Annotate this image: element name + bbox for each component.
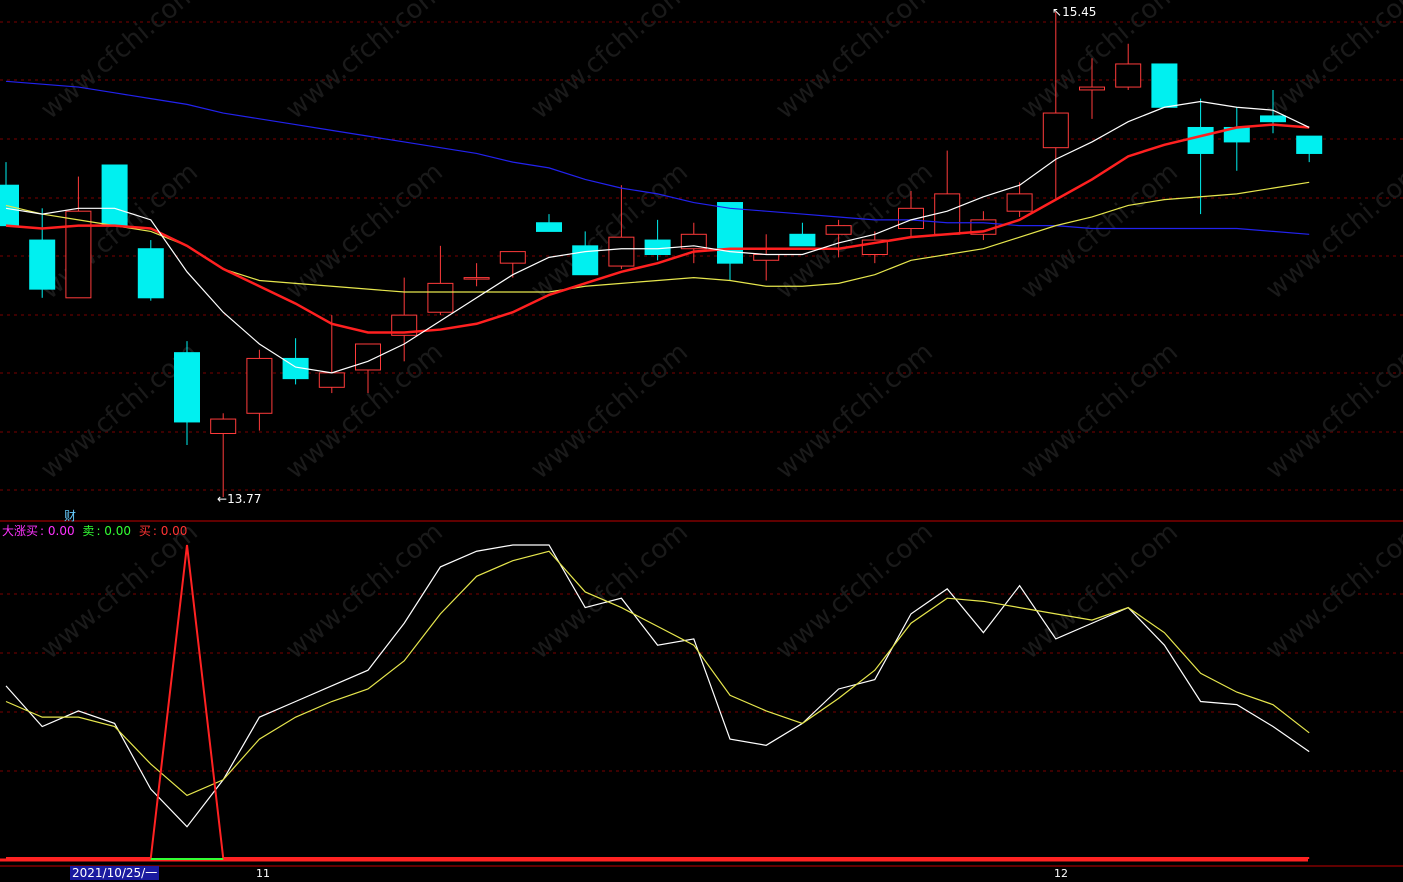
candle-body [1006,193,1033,212]
candle-body [210,418,237,434]
watermark-text: www.cfchi.com [280,517,449,665]
candle-body [717,202,743,264]
candle-body [644,239,671,255]
low-price-label: ←13.77 [217,492,262,506]
watermark-text: www.cfchi.com [1260,0,1403,125]
watermark-text: www.cfchi.com [1015,337,1184,485]
watermark-text: www.cfchi.com [525,0,694,125]
watermark-text: www.cfchi.com [525,337,694,485]
candle-body [137,248,164,299]
candle-body [825,225,852,235]
candle-body [1187,126,1214,154]
watermark-text: www.cfchi.com [770,0,939,125]
watermark-text: www.cfchi.com [770,517,939,665]
candle-body [0,184,19,227]
candle-body [29,239,56,290]
candle-body [572,245,599,276]
candle-body [174,352,200,423]
candle-body [934,193,961,235]
watermark-text: www.cfchi.com [1015,157,1184,305]
legend-mai-sell: 卖: 0.00 [82,524,132,538]
stock-chart: www.cfchi.com www.cfchi.com www.cfchi.com w… [0,0,1403,867]
candle-body [1151,63,1178,108]
candle-body [101,164,128,227]
watermark-text: www.cfchi.com [770,157,939,305]
candle-body [463,277,490,280]
watermark-text: www.cfchi.com [1015,517,1184,665]
candle-body [1079,86,1105,91]
legend-dazhangmai: 大涨买: 0.00 [2,524,75,538]
watermark-text: www.cfchi.com [1260,337,1403,485]
watermark-text: www.cfchi.com [280,0,449,125]
candle-body [1260,115,1286,123]
candle-body [1042,112,1069,149]
watermark-text: www.cfchi.com [280,157,449,305]
candle-body [318,372,345,388]
legend-mai-buy: 买: 0.00 [138,524,188,538]
watermark-text: www.cfchi.com [1260,157,1403,305]
candle-body [499,251,526,264]
candle-body [1115,63,1142,88]
candle-body [246,357,273,414]
candle-body [427,282,454,313]
date-cursor-box: 2021/10/25/一 [70,866,160,880]
watermark-text: www.cfchi.com [770,337,939,485]
high-price-label: ↖15.45 [1052,5,1097,19]
candle-body [1296,135,1323,154]
x-tick-11: 11 [256,867,270,880]
x-tick-12: 12 [1054,867,1068,880]
candle-body [898,207,924,230]
candle-body [536,222,562,232]
watermark-text: www.cfchi.com [1260,517,1403,665]
candle-body [789,233,816,247]
watermark-text: www.cfchi.com [35,0,204,125]
candle-body [65,210,92,299]
indicator-legend: 大涨买: 0.00 卖: 0.00 买: 0.00 [2,522,191,539]
candle-body [608,236,635,267]
candle-body [753,254,780,261]
watermark-text: www.cfchi.com [35,517,204,665]
